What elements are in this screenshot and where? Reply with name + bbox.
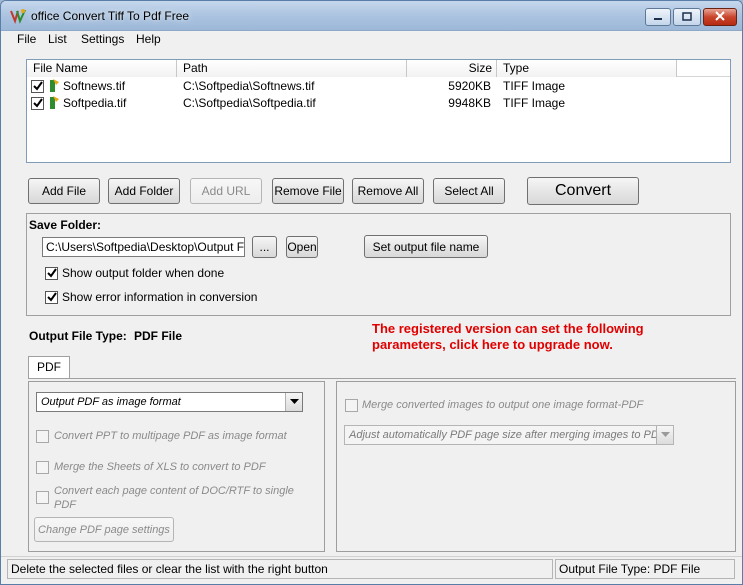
save-folder-input[interactable]: C:\Users\Softpedia\Desktop\Output Files [42,237,245,257]
app-window: office Convert Tiff To Pdf Free File Lis… [0,0,743,585]
save-folder-label: Save Folder: [29,218,102,232]
open-folder-button[interactable]: Open [286,236,318,258]
show-output-folder-label: Show output folder when done [62,266,225,280]
upgrade-notice-line2[interactable]: parameters, click here to upgrade now. [372,337,613,352]
chevron-down-icon [285,393,302,411]
status-bar: Delete the selected files or clear the l… [1,556,742,580]
checkmark-icon [32,97,43,111]
convert-doc-checkbox[interactable] [36,491,49,504]
row-checkbox[interactable] [31,80,44,93]
maximize-button[interactable] [673,8,701,26]
browse-folder-button[interactable]: ... [252,236,277,258]
output-type-value: PDF File [134,329,183,343]
status-output-type: Output File Type: PDF File [555,559,735,579]
menu-file[interactable]: File [15,32,38,46]
checkmark-icon [46,291,57,305]
status-hint: Delete the selected files or clear the l… [7,559,553,579]
table-row[interactable]: Softpedia.tif C:\Softpedia\Softpedia.tif… [27,95,730,112]
set-output-name-button[interactable]: Set output file name [364,235,488,258]
menu-help[interactable]: Help [134,32,163,46]
pdf-format-value: Output PDF as image format [41,396,181,408]
convert-ppt-checkbox[interactable] [36,430,49,443]
minimize-button[interactable] [645,8,671,26]
convert-ppt-label: Convert PPT to multipage PDF as image fo… [54,430,287,442]
row-file-name: Softnews.tif [63,79,126,93]
row-type: TIFF Image [503,79,566,93]
menu-settings[interactable]: Settings [79,32,126,46]
convert-button[interactable]: Convert [527,177,639,205]
page-size-value: Adjust automatically PDF page size after… [349,429,666,441]
merge-xls-checkbox[interactable] [36,461,49,474]
minimize-icon [653,10,663,24]
row-path: C:\Softpedia\Softnews.tif [183,79,315,93]
window-title: office Convert Tiff To Pdf Free [31,9,190,23]
remove-all-button[interactable]: Remove All [352,178,424,204]
show-output-folder-checkbox[interactable] [45,267,58,280]
menu-bar: File List Settings Help [1,31,742,49]
merge-xls-label: Merge the Sheets of XLS to convert to PD… [54,461,266,473]
close-icon [715,10,725,24]
show-error-info-checkbox[interactable] [45,291,58,304]
add-folder-button[interactable]: Add Folder [108,178,180,204]
tab-divider [28,378,736,379]
menu-list[interactable]: List [46,32,69,46]
column-size[interactable]: Size [407,60,497,77]
row-checkbox[interactable] [31,97,44,110]
add-file-button[interactable]: Add File [28,178,100,204]
checkmark-icon [46,267,57,281]
checkmark-icon [32,80,43,94]
upgrade-notice-line1[interactable]: The registered version can set the follo… [372,321,644,336]
table-row[interactable]: Softnews.tif C:\Softpedia\Softnews.tif 5… [27,78,730,95]
tab-pdf[interactable]: PDF [28,356,70,378]
add-url-button[interactable]: Add URL [190,178,262,204]
tiff-file-icon [47,95,61,116]
column-file-name[interactable]: File Name [27,60,177,77]
column-path[interactable]: Path [177,60,407,77]
maximize-icon [682,10,692,24]
row-size: 9948KB [448,96,491,110]
convert-doc-label-line2: PDF [54,499,76,511]
file-list[interactable]: File Name Path Size Type Softnews.tif C:… [26,59,731,163]
row-type: TIFF Image [503,96,566,110]
column-type[interactable]: Type [497,60,677,77]
chevron-down-icon [656,426,673,444]
close-button[interactable] [703,8,737,26]
remove-file-button[interactable]: Remove File [272,178,344,204]
pdf-format-select[interactable]: Output PDF as image format [36,392,303,412]
row-size: 5920KB [448,79,491,93]
file-list-header: File Name Path Size Type [27,60,730,77]
output-type-label: Output File Type: [29,329,127,343]
row-file-name: Softpedia.tif [63,96,127,110]
page-size-select[interactable]: Adjust automatically PDF page size after… [344,425,674,445]
merge-images-label: Merge converted images to output one ima… [362,399,644,411]
merge-images-checkbox[interactable] [345,399,358,412]
show-error-info-label: Show error information in conversion [62,290,258,304]
convert-doc-label-line1: Convert each page content of DOC/RTF to … [54,485,294,497]
title-bar[interactable]: office Convert Tiff To Pdf Free [1,1,742,31]
select-all-button[interactable]: Select All [433,178,505,204]
change-page-settings-button[interactable]: Change PDF page settings [34,517,174,542]
row-path: C:\Softpedia\Softpedia.tif [183,96,316,110]
tiff-pdf-app-icon [9,8,27,25]
